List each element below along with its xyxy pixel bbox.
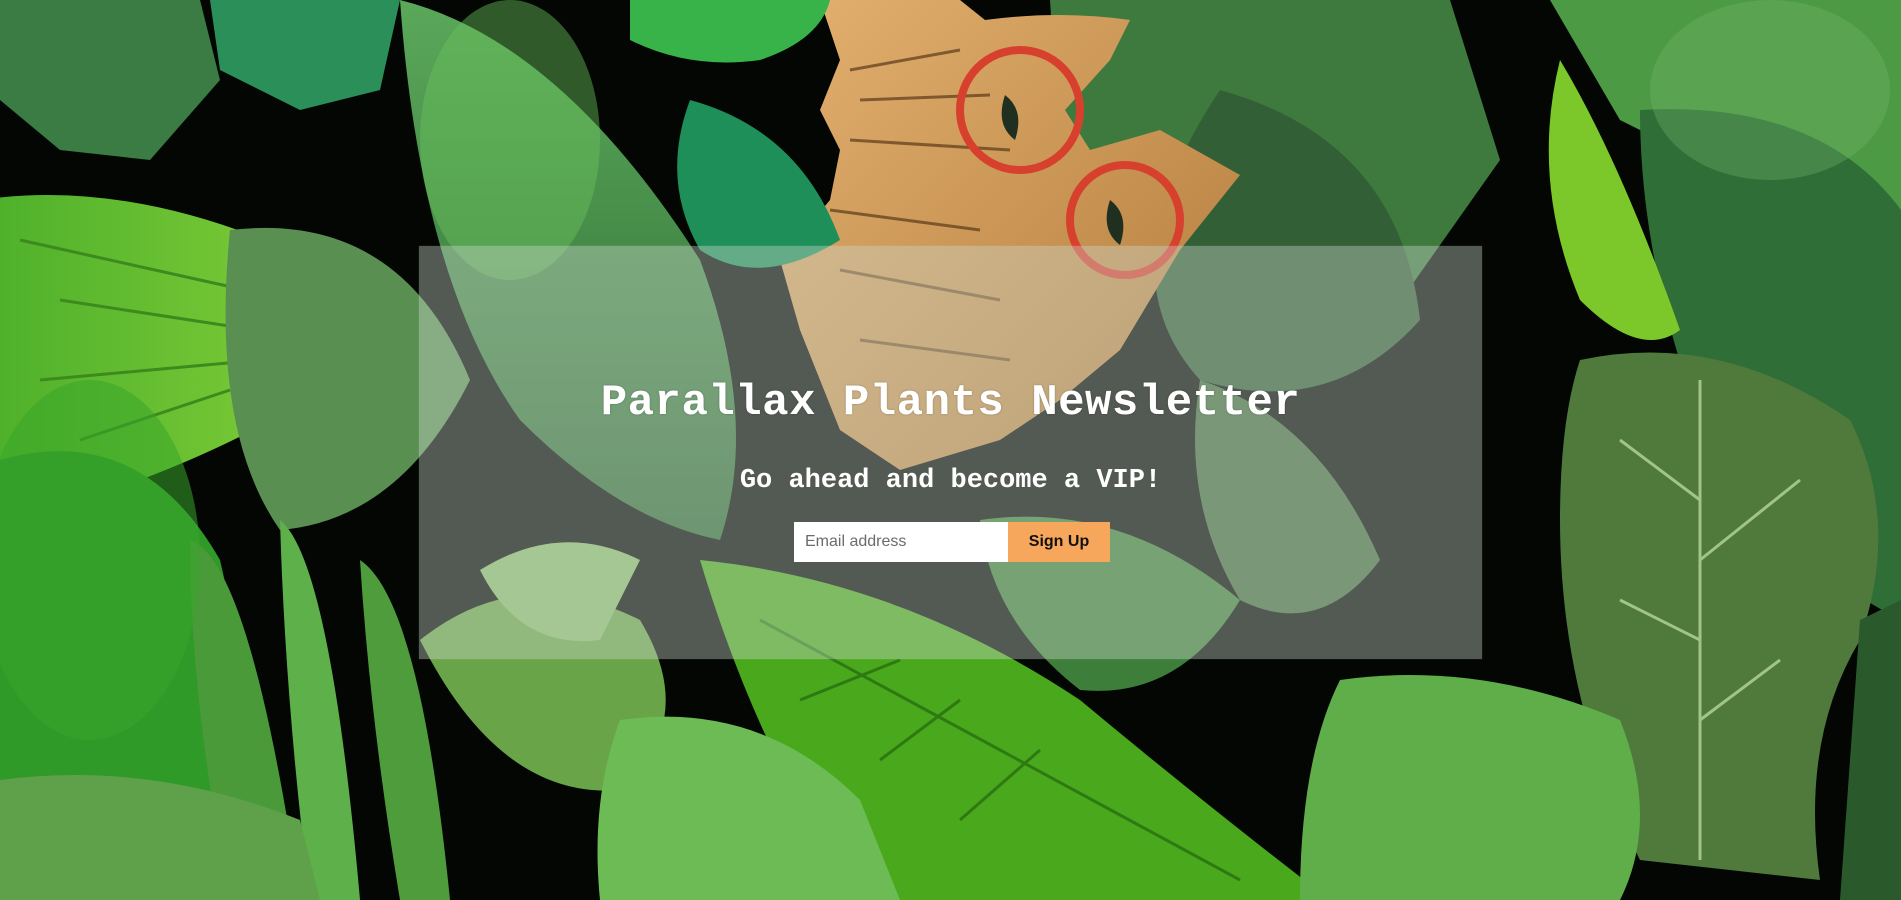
signup-form: Sign Up — [794, 522, 1110, 562]
newsletter-title: Parallax Plants Newsletter — [600, 378, 1301, 428]
newsletter-subtitle: Go ahead and become a VIP! — [739, 466, 1162, 496]
email-input[interactable] — [794, 522, 1008, 562]
newsletter-panel: Parallax Plants Newsletter Go ahead and … — [419, 246, 1482, 659]
sign-up-button[interactable]: Sign Up — [1008, 522, 1110, 562]
